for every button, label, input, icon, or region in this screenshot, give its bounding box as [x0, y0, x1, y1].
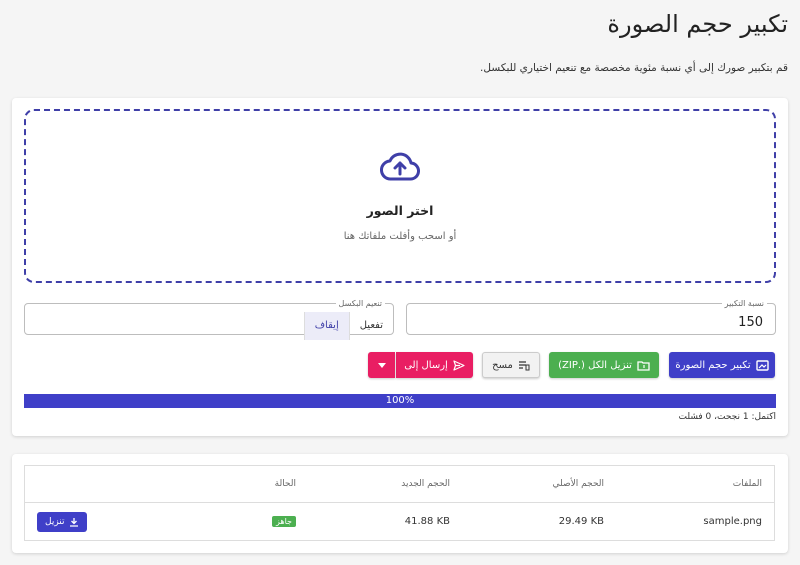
row-download-label: تنزيل — [45, 516, 65, 527]
folder-zip-icon — [637, 360, 650, 371]
status-text: اكتمل: 1 نجحت، 0 فشلت — [678, 412, 777, 422]
table-header-row: الملفات الحجم الأصلي الحجم الجديد الحالة — [24, 465, 775, 503]
download-all-button[interactable]: تنزيل الكل (.ZIP) — [549, 352, 659, 378]
toggle-off[interactable]: إيقاف — [303, 312, 349, 340]
send-to-button[interactable]: إرسال إلى — [396, 352, 473, 378]
pixel-smoothing-field: تنعيم البكسل تفعيل إيقاف — [24, 299, 394, 340]
dropzone-title: اختر الصور — [366, 203, 434, 218]
image-icon — [755, 359, 769, 371]
clear-button[interactable]: مسح — [482, 352, 540, 378]
scale-input[interactable] — [423, 315, 763, 330]
dropzone-hint: أو اسحب وأفلت ملفاتك هنا — [343, 231, 457, 242]
row-download-button[interactable]: تنزيل — [37, 511, 87, 532]
pixel-smoothing-label: تنعيم البكسل — [338, 299, 382, 308]
status-badge: جاهز — [271, 516, 296, 527]
send-to-label: إرسال إلى — [404, 359, 448, 371]
files-card: الملفات الحجم الأصلي الحجم الجديد الحالة… — [12, 454, 788, 553]
files-table: الملفات الحجم الأصلي الحجم الجديد الحالة… — [24, 465, 775, 541]
progress-label: 100% — [385, 395, 415, 406]
resize-label: تكبير حجم الصورة — [675, 359, 751, 371]
header-files: الملفات — [616, 465, 775, 503]
table-row: sample.png 29.49 KB 41.88 KB جاهز تنزيل — [25, 503, 775, 541]
clear-list-icon — [518, 360, 530, 371]
cloud-upload-icon — [380, 150, 420, 182]
toggle-on[interactable]: تفعيل — [348, 312, 393, 340]
header-status: الحالة — [154, 465, 308, 503]
file-name: sample.png — [703, 516, 762, 527]
progress-bar: 100% — [24, 394, 776, 408]
action-cell: تنزيل — [25, 503, 155, 541]
original-size: 29.49 KB — [558, 516, 604, 527]
page-subtitle: قم بتكبير صورك إلى أي نسبة مئوية مخصصة م… — [480, 62, 788, 74]
scale-field: نسبة التكبير — [406, 299, 776, 335]
dropzone[interactable]: اختر الصور أو اسحب وأفلت ملفاتك هنا — [24, 109, 776, 283]
download-all-label: تنزيل الكل (.ZIP) — [558, 359, 632, 371]
header-action — [24, 465, 154, 503]
send-icon — [453, 359, 465, 371]
chevron-down-icon — [377, 362, 386, 368]
upload-card: اختر الصور أو اسحب وأفلت ملفاتك هنا نسبة… — [12, 98, 788, 436]
download-icon — [69, 517, 79, 527]
resize-button[interactable]: تكبير حجم الصورة — [669, 352, 775, 378]
header-new-size: الحجم الجديد — [308, 465, 462, 503]
clear-label: مسح — [492, 359, 513, 371]
status-cell: جاهز — [154, 503, 308, 541]
page-title: تكبير حجم الصورة — [607, 10, 788, 38]
new-size: 41.88 KB — [404, 516, 450, 527]
send-to-dropdown[interactable] — [368, 352, 395, 378]
pixel-smoothing-toggle: تفعيل إيقاف — [303, 312, 393, 340]
scale-label: نسبة التكبير — [724, 299, 764, 308]
header-original-size: الحجم الأصلي — [462, 465, 616, 503]
